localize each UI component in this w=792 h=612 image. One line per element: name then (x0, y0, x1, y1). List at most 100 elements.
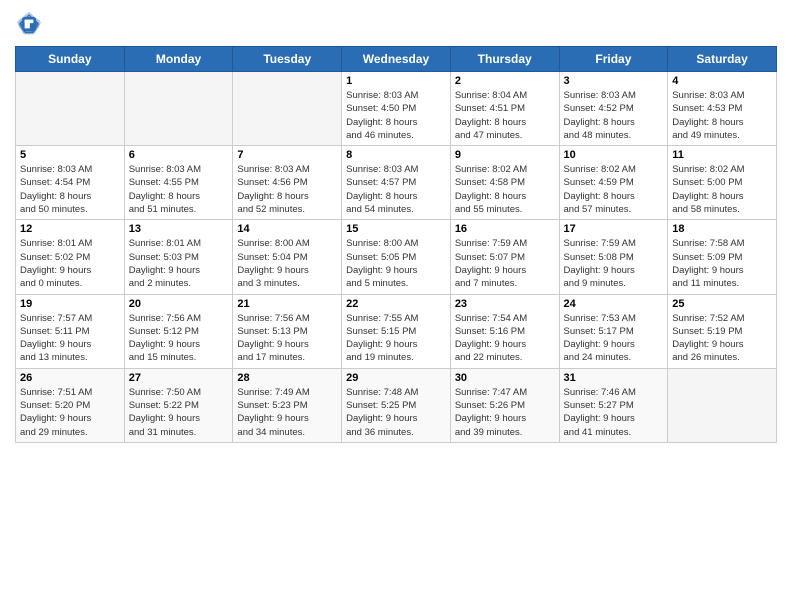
day-number: 27 (129, 372, 229, 384)
day-info: Sunrise: 7:54 AM Sunset: 5:16 PM Dayligh… (455, 312, 555, 365)
calendar-cell: 17 Sunrise: 7:59 AM Sunset: 5:08 PM Dayli… (559, 220, 668, 294)
day-number: 19 (20, 298, 120, 310)
day-number: 25 (672, 298, 772, 310)
weekday-header-row: SundayMondayTuesdayWednesdayThursdayFrid… (16, 47, 777, 72)
day-number: 17 (564, 223, 664, 235)
day-info: Sunrise: 7:55 AM Sunset: 5:15 PM Dayligh… (346, 312, 446, 365)
calendar-cell: 26 Sunrise: 7:51 AM Sunset: 5:20 PM Dayli… (16, 368, 125, 442)
day-info: Sunrise: 8:03 AM Sunset: 4:56 PM Dayligh… (237, 163, 337, 216)
calendar-week-5: 26 Sunrise: 7:51 AM Sunset: 5:20 PM Dayli… (16, 368, 777, 442)
day-number: 12 (20, 223, 120, 235)
calendar-cell (668, 368, 777, 442)
header (15, 10, 777, 38)
day-number: 31 (564, 372, 664, 384)
calendar-cell: 7 Sunrise: 8:03 AM Sunset: 4:56 PM Daylig… (233, 146, 342, 220)
day-number: 3 (564, 75, 664, 87)
day-info: Sunrise: 7:46 AM Sunset: 5:27 PM Dayligh… (564, 386, 664, 439)
day-number: 21 (237, 298, 337, 310)
day-number: 18 (672, 223, 772, 235)
weekday-wednesday: Wednesday (342, 47, 451, 72)
day-info: Sunrise: 7:50 AM Sunset: 5:22 PM Dayligh… (129, 386, 229, 439)
day-number: 20 (129, 298, 229, 310)
calendar-week-1: 1 Sunrise: 8:03 AM Sunset: 4:50 PM Daylig… (16, 72, 777, 146)
calendar-cell: 23Sunrise: 7:54 AM Sunset: 5:16 PM Dayli… (450, 294, 559, 368)
day-info: Sunrise: 8:03 AM Sunset: 4:53 PM Dayligh… (672, 89, 772, 142)
calendar-cell (233, 72, 342, 146)
day-number: 2 (455, 75, 555, 87)
calendar-cell: 9 Sunrise: 8:02 AM Sunset: 4:58 PM Daylig… (450, 146, 559, 220)
calendar-cell: 5 Sunrise: 8:03 AM Sunset: 4:54 PM Daylig… (16, 146, 125, 220)
weekday-tuesday: Tuesday (233, 47, 342, 72)
calendar-cell (16, 72, 125, 146)
day-info: Sunrise: 7:56 AM Sunset: 5:12 PM Dayligh… (129, 312, 229, 365)
day-number: 11 (672, 149, 772, 161)
calendar-cell: 6 Sunrise: 8:03 AM Sunset: 4:55 PM Daylig… (124, 146, 233, 220)
day-info: Sunrise: 7:51 AM Sunset: 5:20 PM Dayligh… (20, 386, 120, 439)
calendar-cell: 22Sunrise: 7:55 AM Sunset: 5:15 PM Dayli… (342, 294, 451, 368)
day-info: Sunrise: 7:53 AM Sunset: 5:17 PM Dayligh… (564, 312, 664, 365)
day-info: Sunrise: 7:52 AM Sunset: 5:19 PM Dayligh… (672, 312, 772, 365)
day-number: 15 (346, 223, 446, 235)
calendar-cell: 27 Sunrise: 7:50 AM Sunset: 5:22 PM Dayli… (124, 368, 233, 442)
day-number: 7 (237, 149, 337, 161)
day-info: Sunrise: 8:04 AM Sunset: 4:51 PM Dayligh… (455, 89, 555, 142)
calendar-cell: 1 Sunrise: 8:03 AM Sunset: 4:50 PM Daylig… (342, 72, 451, 146)
day-number: 13 (129, 223, 229, 235)
day-number: 5 (20, 149, 120, 161)
day-info: Sunrise: 8:03 AM Sunset: 4:55 PM Dayligh… (129, 163, 229, 216)
calendar-cell: 18 Sunrise: 7:58 AM Sunset: 5:09 PM Dayli… (668, 220, 777, 294)
calendar-cell: 20 Sunrise: 7:56 AM Sunset: 5:12 PM Dayli… (124, 294, 233, 368)
day-info: Sunrise: 8:02 AM Sunset: 4:59 PM Dayligh… (564, 163, 664, 216)
day-number: 28 (237, 372, 337, 384)
day-info: Sunrise: 7:48 AM Sunset: 5:25 PM Dayligh… (346, 386, 446, 439)
day-number: 14 (237, 223, 337, 235)
day-number: 6 (129, 149, 229, 161)
day-number: 29 (346, 372, 446, 384)
calendar-cell: 11Sunrise: 8:02 AM Sunset: 5:00 PM Dayli… (668, 146, 777, 220)
day-info: Sunrise: 8:01 AM Sunset: 5:02 PM Dayligh… (20, 237, 120, 290)
calendar-cell: 21 Sunrise: 7:56 AM Sunset: 5:13 PM Dayli… (233, 294, 342, 368)
calendar-table: SundayMondayTuesdayWednesdayThursdayFrid… (15, 46, 777, 443)
calendar-cell: 19 Sunrise: 7:57 AM Sunset: 5:11 PM Dayli… (16, 294, 125, 368)
calendar-week-3: 12 Sunrise: 8:01 AM Sunset: 5:02 PM Dayli… (16, 220, 777, 294)
day-number: 26 (20, 372, 120, 384)
calendar-cell: 24 Sunrise: 7:53 AM Sunset: 5:17 PM Dayli… (559, 294, 668, 368)
day-number: 9 (455, 149, 555, 161)
day-info: Sunrise: 7:56 AM Sunset: 5:13 PM Dayligh… (237, 312, 337, 365)
day-info: Sunrise: 7:49 AM Sunset: 5:23 PM Dayligh… (237, 386, 337, 439)
day-info: Sunrise: 8:00 AM Sunset: 5:04 PM Dayligh… (237, 237, 337, 290)
day-info: Sunrise: 7:57 AM Sunset: 5:11 PM Dayligh… (20, 312, 120, 365)
calendar-cell: 29 Sunrise: 7:48 AM Sunset: 5:25 PM Dayli… (342, 368, 451, 442)
weekday-saturday: Saturday (668, 47, 777, 72)
day-number: 1 (346, 75, 446, 87)
day-info: Sunrise: 7:47 AM Sunset: 5:26 PM Dayligh… (455, 386, 555, 439)
day-number: 16 (455, 223, 555, 235)
day-info: Sunrise: 7:59 AM Sunset: 5:08 PM Dayligh… (564, 237, 664, 290)
day-info: Sunrise: 8:03 AM Sunset: 4:50 PM Dayligh… (346, 89, 446, 142)
day-info: Sunrise: 8:02 AM Sunset: 4:58 PM Dayligh… (455, 163, 555, 216)
calendar-cell: 30 Sunrise: 7:47 AM Sunset: 5:26 PM Dayli… (450, 368, 559, 442)
day-info: Sunrise: 7:59 AM Sunset: 5:07 PM Dayligh… (455, 237, 555, 290)
day-number: 30 (455, 372, 555, 384)
day-info: Sunrise: 8:03 AM Sunset: 4:54 PM Dayligh… (20, 163, 120, 216)
day-number: 24 (564, 298, 664, 310)
calendar-cell: 12 Sunrise: 8:01 AM Sunset: 5:02 PM Dayli… (16, 220, 125, 294)
calendar-cell: 4 Sunrise: 8:03 AM Sunset: 4:53 PM Daylig… (668, 72, 777, 146)
day-info: Sunrise: 8:03 AM Sunset: 4:57 PM Dayligh… (346, 163, 446, 216)
calendar-cell: 16 Sunrise: 7:59 AM Sunset: 5:07 PM Dayli… (450, 220, 559, 294)
calendar-cell: 13 Sunrise: 8:01 AM Sunset: 5:03 PM Dayli… (124, 220, 233, 294)
calendar-cell: 3 Sunrise: 8:03 AM Sunset: 4:52 PM Daylig… (559, 72, 668, 146)
calendar-cell: 14 Sunrise: 8:00 AM Sunset: 5:04 PM Dayli… (233, 220, 342, 294)
day-info: Sunrise: 8:03 AM Sunset: 4:52 PM Dayligh… (564, 89, 664, 142)
day-info: Sunrise: 7:58 AM Sunset: 5:09 PM Dayligh… (672, 237, 772, 290)
weekday-friday: Friday (559, 47, 668, 72)
calendar-cell: 8Sunrise: 8:03 AM Sunset: 4:57 PM Daylig… (342, 146, 451, 220)
logo-icon (15, 10, 43, 38)
weekday-thursday: Thursday (450, 47, 559, 72)
calendar-cell: 31 Sunrise: 7:46 AM Sunset: 5:27 PM Dayli… (559, 368, 668, 442)
calendar-cell (124, 72, 233, 146)
main-container: SundayMondayTuesdayWednesdayThursdayFrid… (0, 0, 792, 453)
day-number: 4 (672, 75, 772, 87)
calendar-cell: 10Sunrise: 8:02 AM Sunset: 4:59 PM Dayli… (559, 146, 668, 220)
day-info: Sunrise: 8:01 AM Sunset: 5:03 PM Dayligh… (129, 237, 229, 290)
